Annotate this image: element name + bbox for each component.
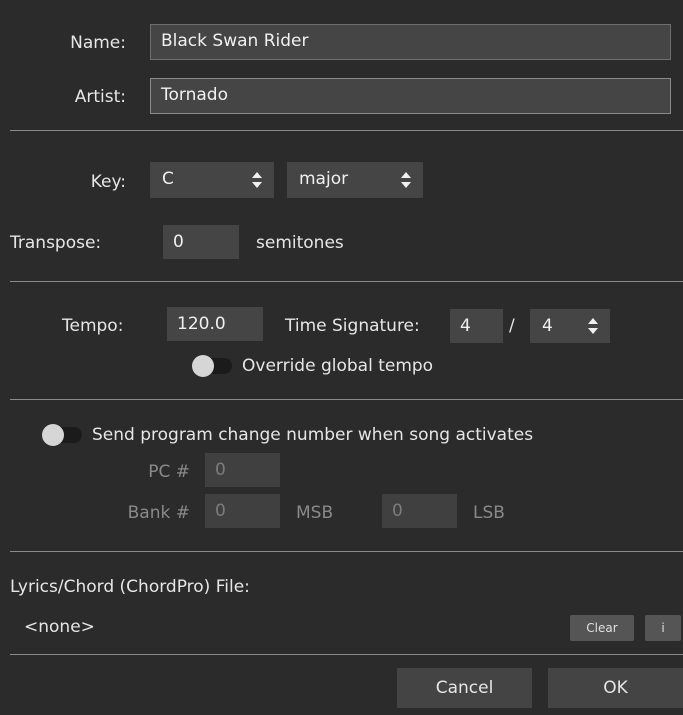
name-label: Name: — [70, 33, 126, 53]
time-sig-denominator-select[interactable]: 4 — [530, 309, 610, 343]
key-note-select[interactable]: C — [150, 162, 274, 198]
separator — [10, 281, 683, 282]
key-mode-value: major — [299, 169, 349, 189]
key-note-value: C — [162, 169, 174, 189]
time-signature-label: Time Signature: — [285, 316, 420, 336]
msb-label: MSB — [296, 503, 334, 523]
tempo-label: Tempo: — [62, 316, 124, 336]
separator — [10, 551, 683, 552]
key-label: Key: — [90, 172, 126, 192]
tempo-input[interactable]: 120.0 — [167, 307, 263, 341]
time-sig-slash: / — [509, 316, 515, 336]
lyrics-file-value: <none> — [24, 617, 95, 637]
separator — [10, 399, 683, 400]
program-change-toggle[interactable] — [42, 424, 84, 446]
up-down-arrows-icon — [252, 172, 262, 188]
ok-button[interactable]: OK — [548, 668, 683, 708]
program-change-label: Send program change number when song act… — [92, 425, 534, 445]
time-sig-numerator-input[interactable]: 4 — [450, 309, 503, 343]
separator — [10, 654, 683, 655]
time-sig-denominator-value: 4 — [542, 316, 553, 336]
clear-button[interactable]: Clear — [570, 615, 634, 641]
pc-number-input[interactable]: 0 — [205, 453, 280, 487]
lyrics-file-label: Lyrics/Chord (ChordPro) File: — [10, 577, 250, 597]
lsb-label: LSB — [473, 503, 505, 523]
transpose-unit: semitones — [256, 233, 344, 253]
separator — [10, 130, 683, 131]
name-input[interactable]: Black Swan Rider — [150, 24, 671, 60]
bank-msb-input[interactable]: 0 — [205, 494, 280, 528]
info-button[interactable]: i — [645, 615, 681, 641]
transpose-label: Transpose: — [10, 233, 102, 253]
up-down-arrows-icon — [588, 318, 598, 334]
transpose-input[interactable]: 0 — [163, 225, 239, 259]
override-tempo-toggle[interactable] — [192, 355, 234, 377]
toggle-knob — [192, 355, 214, 377]
key-mode-select[interactable]: major — [287, 162, 423, 198]
bank-lsb-input[interactable]: 0 — [382, 494, 457, 528]
pc-number-label: PC # — [148, 462, 190, 482]
override-tempo-label: Override global tempo — [242, 356, 434, 376]
artist-input[interactable]: Tornado — [150, 78, 671, 114]
artist-label: Artist: — [74, 87, 126, 107]
bank-number-label: Bank # — [127, 503, 190, 523]
toggle-knob — [42, 424, 64, 446]
up-down-arrows-icon — [401, 172, 411, 188]
cancel-button[interactable]: Cancel — [397, 668, 532, 708]
